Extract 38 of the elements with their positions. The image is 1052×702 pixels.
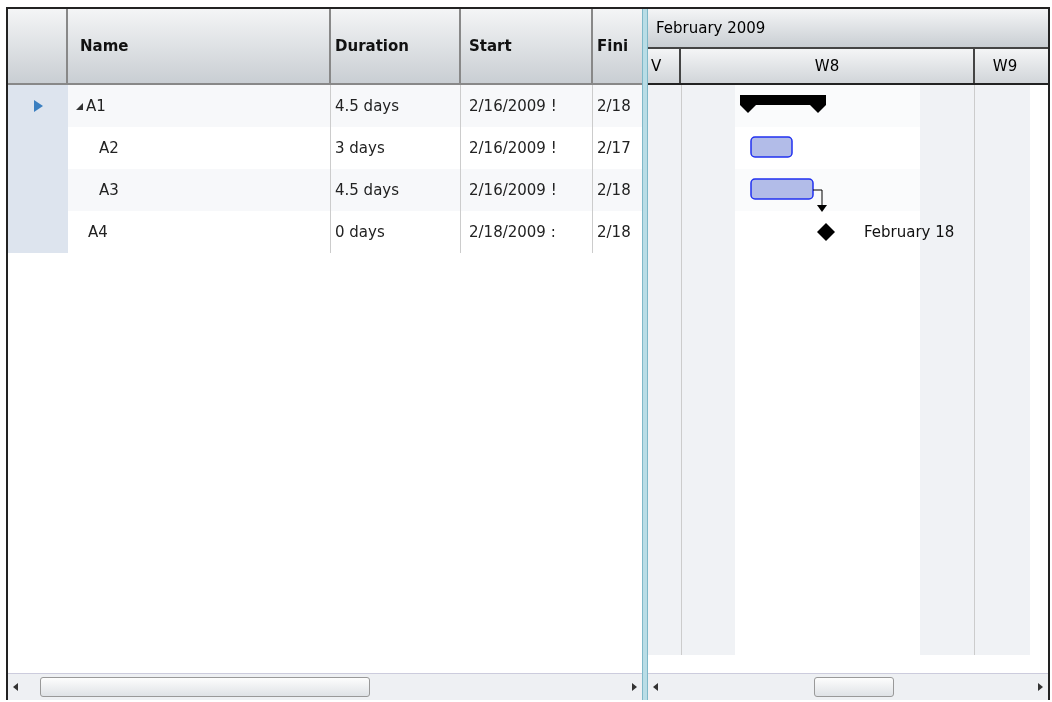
- table-cell: 2/16/2009 !: [461, 169, 593, 211]
- month-header: February 2009: [648, 9, 1048, 49]
- table-cell: 4.5 days: [331, 169, 461, 211]
- column-header[interactable]: Duration: [331, 9, 461, 83]
- current-row-icon: [33, 100, 43, 112]
- summary-bar[interactable]: [740, 95, 826, 113]
- table-cell: 0 days: [331, 211, 461, 253]
- table-cell: 2/16/2009 !: [461, 85, 593, 127]
- task-name: A4: [88, 223, 108, 241]
- task-name: A3: [99, 181, 119, 199]
- task-bar[interactable]: [750, 136, 793, 158]
- scroll-left-icon[interactable]: [12, 683, 20, 691]
- scrollbar-thumb[interactable]: [40, 677, 370, 697]
- week-header: W9: [991, 56, 1019, 77]
- row-header[interactable]: [8, 85, 68, 127]
- table-cell: 4.5 days: [331, 85, 461, 127]
- table-cell-text: 2/17: [596, 138, 632, 159]
- scrollbar[interactable]: [648, 673, 1048, 700]
- table-cell-text: 2/18: [596, 222, 632, 243]
- table-cell: 2/18: [593, 169, 642, 211]
- milestone-icon[interactable]: [817, 223, 835, 241]
- scroll-left-icon[interactable]: [652, 683, 660, 691]
- task-name: A2: [99, 139, 119, 157]
- collapse-icon[interactable]: [74, 101, 84, 111]
- scrollbar[interactable]: [8, 673, 642, 700]
- week-header: W8: [681, 49, 975, 83]
- column-header[interactable]: Name: [68, 9, 331, 83]
- column-header[interactable]: Start: [461, 9, 593, 83]
- milestone-label: February 18: [864, 223, 955, 241]
- table-cell: 2/18/2009 :: [461, 211, 593, 253]
- scrollbar-thumb[interactable]: [814, 677, 894, 697]
- task-bar[interactable]: [750, 178, 814, 200]
- dependency-arrow: [812, 189, 827, 212]
- scroll-right-icon[interactable]: [630, 683, 638, 691]
- week-header: V: [648, 49, 681, 83]
- scroll-right-icon[interactable]: [1036, 683, 1044, 691]
- table-cell: 2/18: [593, 85, 642, 127]
- task-name: A1: [86, 97, 106, 115]
